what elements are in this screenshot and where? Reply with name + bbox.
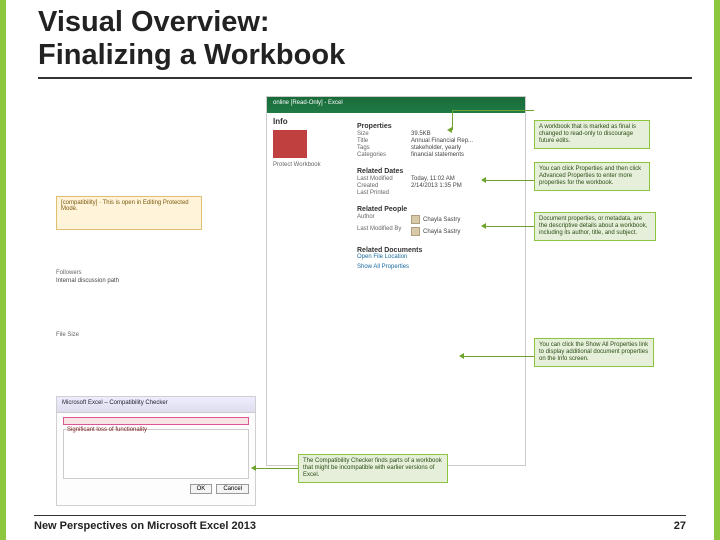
arrow-head-icon xyxy=(481,177,486,183)
arrow-head-icon xyxy=(447,127,452,133)
properties-header: Properties xyxy=(357,123,517,130)
prop-tags-value: stakeholder, yearly xyxy=(411,145,461,151)
related-dates-header: Related Dates xyxy=(357,168,517,175)
callout-advanced-properties: You can click Properties and then click … xyxy=(534,162,650,191)
arrow-head-icon xyxy=(481,223,486,229)
ok-button[interactable]: OK xyxy=(190,484,213,494)
people-lastmod-row: Chayla Sastry xyxy=(411,227,460,236)
followers-value: Internal discussion path xyxy=(56,278,176,284)
prop-title-label: Title xyxy=(357,138,405,144)
slide-title-line1: Visual Overview: xyxy=(38,6,692,39)
date-created-label: Created xyxy=(357,183,405,189)
dialog-title: Microsoft Excel – Compatibility Checker xyxy=(57,397,255,413)
protected-mode-bar: [compatibility] · This is open in Editin… xyxy=(56,196,202,230)
arrow-head-icon xyxy=(251,465,256,471)
left-note-filesize: File Size xyxy=(56,332,176,338)
connector-line xyxy=(464,356,534,357)
filesize-label: File Size xyxy=(56,332,176,338)
protect-workbook-icon xyxy=(273,130,307,158)
date-lastmod-label: Last Modified xyxy=(357,176,405,182)
prop-size-value: 39.5KB xyxy=(411,131,431,137)
callout-compatibility-checker: The Compatibility Checker finds parts of… xyxy=(298,454,448,483)
protected-mode-text: [compatibility] · This is open in Editin… xyxy=(57,197,201,215)
date-created-value: 2/14/2013 1:35 PM xyxy=(411,183,462,189)
related-documents-header: Related Documents xyxy=(357,247,517,254)
people-lastmod-label: Last Modified By xyxy=(357,226,405,237)
prop-categories-label: Categories xyxy=(357,152,405,158)
connector-line xyxy=(452,110,453,130)
dialog-buttons: OK Cancel xyxy=(57,481,255,497)
callout-marked-final: A workbook that is marked as final is ch… xyxy=(534,120,650,149)
show-all-properties-link[interactable]: Show All Properties xyxy=(357,264,517,270)
left-note-followers: Followers Internal discussion path xyxy=(56,270,176,284)
prop-title-value: Annual Financial Rep... xyxy=(411,138,473,144)
people-lastmod-value: Chayla Sastry xyxy=(423,229,460,235)
title-rule xyxy=(38,77,692,79)
cancel-button[interactable]: Cancel xyxy=(216,484,249,494)
related-dates-section: Related Dates Last Modified Today, 11:02 … xyxy=(357,168,517,196)
connector-line xyxy=(486,180,534,181)
people-author-row: Chayla Sastry xyxy=(411,215,460,224)
connector-line xyxy=(256,468,298,469)
footer-page-number: 27 xyxy=(674,520,686,532)
related-documents-section: Related Documents Open File Location Sho… xyxy=(357,247,517,270)
followers-label: Followers xyxy=(56,270,176,276)
arrow-head-icon xyxy=(459,353,464,359)
callout-document-properties: Document properties, or metadata, are th… xyxy=(534,212,656,241)
people-author-value: Chayla Sastry xyxy=(423,217,460,223)
date-lastmod-value: Today, 11:02 AM xyxy=(411,176,455,182)
footer-left: New Perspectives on Microsoft Excel 2013 xyxy=(34,520,256,532)
slide: Visual Overview: Finalizing a Workbook o… xyxy=(0,0,720,540)
related-people-header: Related People xyxy=(357,206,517,213)
prop-size-label: Size xyxy=(357,131,405,137)
open-file-location-link[interactable]: Open File Location xyxy=(357,254,517,260)
info-right-column: Properties Size 39.5KB Title Annual Financ… xyxy=(357,117,517,280)
avatar-icon xyxy=(411,227,420,236)
title-block: Visual Overview: Finalizing a Workbook xyxy=(6,0,714,79)
info-heading: Info xyxy=(273,117,351,126)
slide-title-line2: Finalizing a Workbook xyxy=(38,39,692,72)
compatibility-checker-dialog: Microsoft Excel – Compatibility Checker … xyxy=(56,396,256,506)
prop-categories-value: financial statements xyxy=(411,152,464,158)
related-people-section: Related People Author Chayla Sastry Last… xyxy=(357,206,517,237)
avatar-icon xyxy=(411,215,420,224)
info-left-column: Info Protect Workbook xyxy=(273,117,351,168)
content-area: online [Read-Only] - Excel Info Protect … xyxy=(56,96,664,500)
date-lastprinted-label: Last Printed xyxy=(357,190,405,196)
callout-show-all-properties: You can click the Show All Properties li… xyxy=(534,338,654,367)
prop-tags-label: Tags xyxy=(357,145,405,151)
excel-info-panel: online [Read-Only] - Excel Info Protect … xyxy=(266,96,526,466)
dialog-body xyxy=(63,429,249,479)
connector-line xyxy=(452,110,534,111)
dialog-warning-row: Significant loss of functionality xyxy=(63,417,249,425)
people-author-label: Author xyxy=(357,214,405,225)
dialog-warning-text: Significant loss of functionality xyxy=(64,427,150,433)
properties-section: Properties Size 39.5KB Title Annual Financ… xyxy=(357,123,517,158)
slide-footer: New Perspectives on Microsoft Excel 2013… xyxy=(34,515,686,532)
protect-workbook-label: Protect Workbook xyxy=(273,162,351,168)
connector-line xyxy=(486,226,534,227)
